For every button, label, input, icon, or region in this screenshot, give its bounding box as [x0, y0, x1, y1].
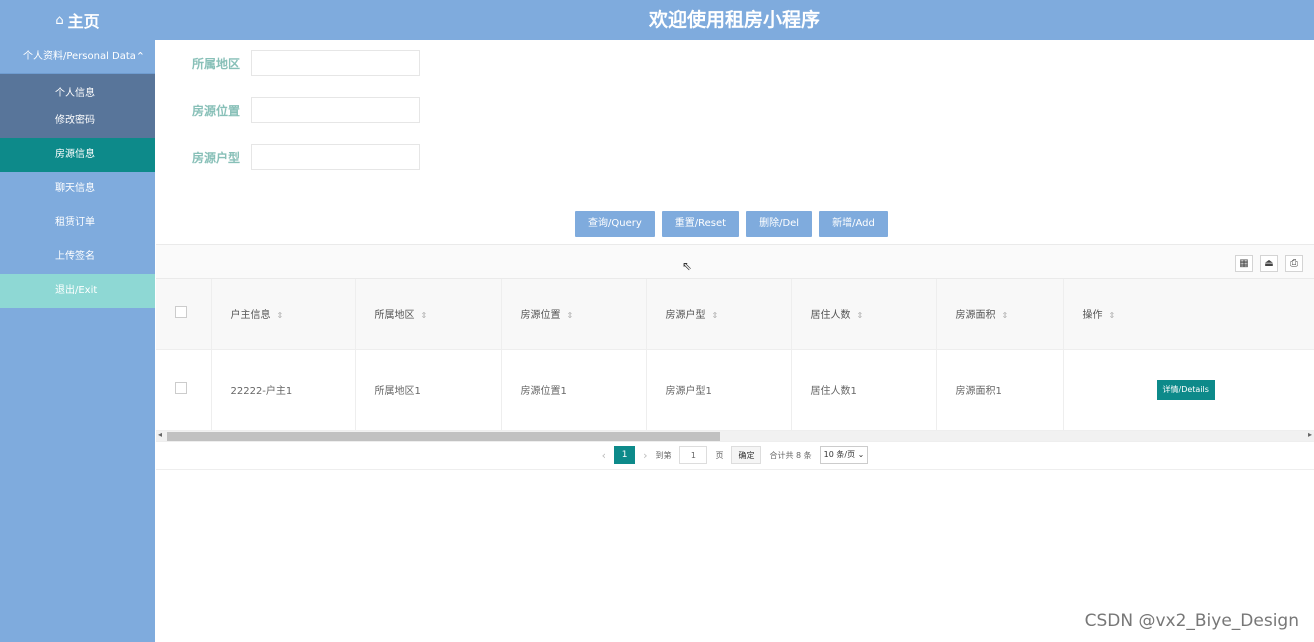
table-cell: 居住人数1: [791, 349, 937, 431]
page-unit-label: 页: [715, 450, 724, 460]
region-input[interactable]: [251, 50, 420, 76]
sidebar-item-orders[interactable]: 租赁订单: [0, 206, 155, 240]
column-area-label: 房源面积: [955, 310, 996, 322]
chevron-down-icon: ⌄: [857, 450, 865, 459]
data-table: 户主信息 ⇕ 所属地区 ⇕ 房源位置 ⇕ 房源户型 ⇕ 居住人数 ⇕ 房源面积 ⇕ 操作 ⇕ …: [156, 279, 1314, 431]
search-row-layout: 房源户型: [192, 144, 420, 170]
table-cell: 所属地区1: [355, 349, 502, 431]
goto-label: 到第: [655, 450, 672, 460]
column-layout-label: 房源户型: [665, 310, 706, 322]
sort-icon[interactable]: ⇕: [421, 311, 428, 320]
location-label: 房源位置: [192, 103, 241, 118]
watermark: CSDN @vx2_Biye_Design: [1084, 611, 1299, 631]
sidebar-item-signature[interactable]: 上传签名: [0, 240, 155, 274]
column-region-label: 所属地区: [374, 310, 415, 322]
column-location-label: 房源位置: [520, 310, 561, 322]
column-header[interactable]: 房源户型 ⇕: [646, 279, 792, 350]
table-cell: 房源户型1: [646, 349, 792, 431]
sidebar-group-label: 个人资料/Personal Data: [23, 51, 136, 62]
header-checkbox-cell: [156, 279, 212, 350]
print-icon[interactable]: ⎙: [1285, 255, 1303, 272]
page-title: 欢迎使用租房小程序: [648, 9, 820, 31]
export-icon[interactable]: ⏏: [1260, 255, 1278, 272]
sidebar-item-change-password[interactable]: 修改密码: [0, 107, 155, 134]
goto-confirm-button[interactable]: 确定: [731, 446, 762, 464]
sort-icon[interactable]: ⇕: [857, 311, 864, 320]
sidebar-item-listings[interactable]: 房源信息: [0, 138, 155, 172]
prev-page-icon[interactable]: ‹: [602, 449, 606, 462]
column-header[interactable]: 房源面积 ⇕: [936, 279, 1064, 350]
details-button[interactable]: 详情/Details: [1156, 379, 1215, 400]
page-size-select[interactable]: 10 条/页 ⌄: [819, 446, 869, 464]
data-table-container: ⇖ ▦ ⏏ ⎙ 户主信息 ⇕ 所属地区 ⇕ 房源位置 ⇕ 房源户型 ⇕ 居住人数 ⇕ 房源…: [156, 244, 1314, 470]
row-checkbox-cell: [156, 349, 212, 431]
home-link[interactable]: ⌂ 主页: [0, 0, 155, 40]
add-button[interactable]: 新增/Add: [819, 211, 888, 237]
table-cell: 房源位置1: [501, 349, 647, 431]
column-header[interactable]: 所属地区 ⇕: [355, 279, 502, 350]
column-header[interactable]: 居住人数 ⇕: [791, 279, 937, 350]
columns-icon[interactable]: ▦: [1235, 255, 1253, 272]
column-header[interactable]: 操作 ⇕: [1063, 279, 1314, 350]
next-page-icon[interactable]: ›: [643, 449, 647, 462]
search-row-region: 所属地区: [192, 50, 420, 76]
column-header[interactable]: 房源位置 ⇕: [501, 279, 647, 350]
home-label: 主页: [67, 12, 100, 31]
action-cell: 详情/Details: [1063, 349, 1314, 431]
sidebar-group-personal-data[interactable]: 个人资料/Personal Data ⌃: [0, 40, 155, 74]
column-header[interactable]: 户主信息 ⇕: [211, 279, 356, 350]
table-cell: 22222-户主1: [211, 349, 356, 431]
current-page-button[interactable]: 1: [614, 446, 636, 464]
table-toolbar: ⇖ ▦ ⏏ ⎙: [156, 244, 1314, 279]
sidebar-item-personal-info[interactable]: 个人信息: [0, 80, 155, 107]
page-size-value: 10 条/页: [823, 450, 856, 459]
horizontal-scrollbar[interactable]: ◂ ▸: [156, 430, 1314, 442]
column-owner-label: 户主信息: [230, 310, 271, 322]
column-occupants-label: 居住人数: [810, 310, 851, 322]
chevron-up-icon: ⌃: [135, 50, 145, 63]
table-header-row: 户主信息 ⇕ 所属地区 ⇕ 房源位置 ⇕ 房源户型 ⇕ 居住人数 ⇕ 房源面积 ⇕ 操作 ⇕: [156, 279, 1314, 350]
scroll-right-icon[interactable]: ▸: [1308, 430, 1312, 439]
table-row: 22222-户主1 所属地区1 房源位置1 房源户型1 居住人数1 房源面积1 …: [156, 349, 1314, 431]
column-actions-label: 操作: [1082, 310, 1103, 322]
table-cell: 房源面积1: [936, 349, 1064, 431]
delete-button[interactable]: 删除/Del: [746, 211, 813, 237]
region-label: 所属地区: [192, 56, 241, 71]
mouse-cursor-icon: ⇖: [682, 259, 693, 273]
sort-icon[interactable]: ⇕: [1002, 311, 1009, 320]
select-all-checkbox[interactable]: [175, 306, 187, 319]
layout-label: 房源户型: [192, 150, 241, 165]
sort-icon[interactable]: ⇕: [277, 311, 284, 320]
location-input[interactable]: [251, 97, 420, 123]
sidebar-submenu: 个人信息 修改密码: [0, 74, 155, 138]
sidebar-item-exit[interactable]: 退出/Exit: [0, 274, 155, 308]
sidebar-item-chat[interactable]: 聊天信息: [0, 172, 155, 206]
query-button[interactable]: 查询/Query: [575, 211, 655, 237]
scroll-left-icon[interactable]: ◂: [158, 430, 162, 439]
total-count: 合计共 8 条: [769, 450, 812, 460]
row-checkbox[interactable]: [175, 382, 187, 394]
sort-icon[interactable]: ⇕: [712, 311, 719, 320]
sidebar: 个人资料/Personal Data ⌃ 个人信息 修改密码 房源信息 聊天信息…: [0, 40, 155, 642]
goto-page-input[interactable]: 1: [679, 446, 708, 464]
sort-icon[interactable]: ⇕: [1109, 311, 1116, 320]
top-header: ⌂ 主页 欢迎使用租房小程序: [0, 0, 1314, 40]
layout-input[interactable]: [251, 144, 420, 170]
action-buttons: 查询/Query 重置/Reset 删除/Del 新增/Add: [575, 211, 888, 237]
home-icon: ⌂: [55, 12, 64, 28]
scrollbar-thumb[interactable]: [167, 431, 720, 441]
pagination: ‹ 1 › 到第 1 页 确定 合计共 8 条 10 条/页 ⌄: [156, 442, 1314, 470]
sort-icon[interactable]: ⇕: [567, 311, 574, 320]
reset-button[interactable]: 重置/Reset: [661, 211, 740, 237]
search-row-location: 房源位置: [192, 97, 420, 123]
